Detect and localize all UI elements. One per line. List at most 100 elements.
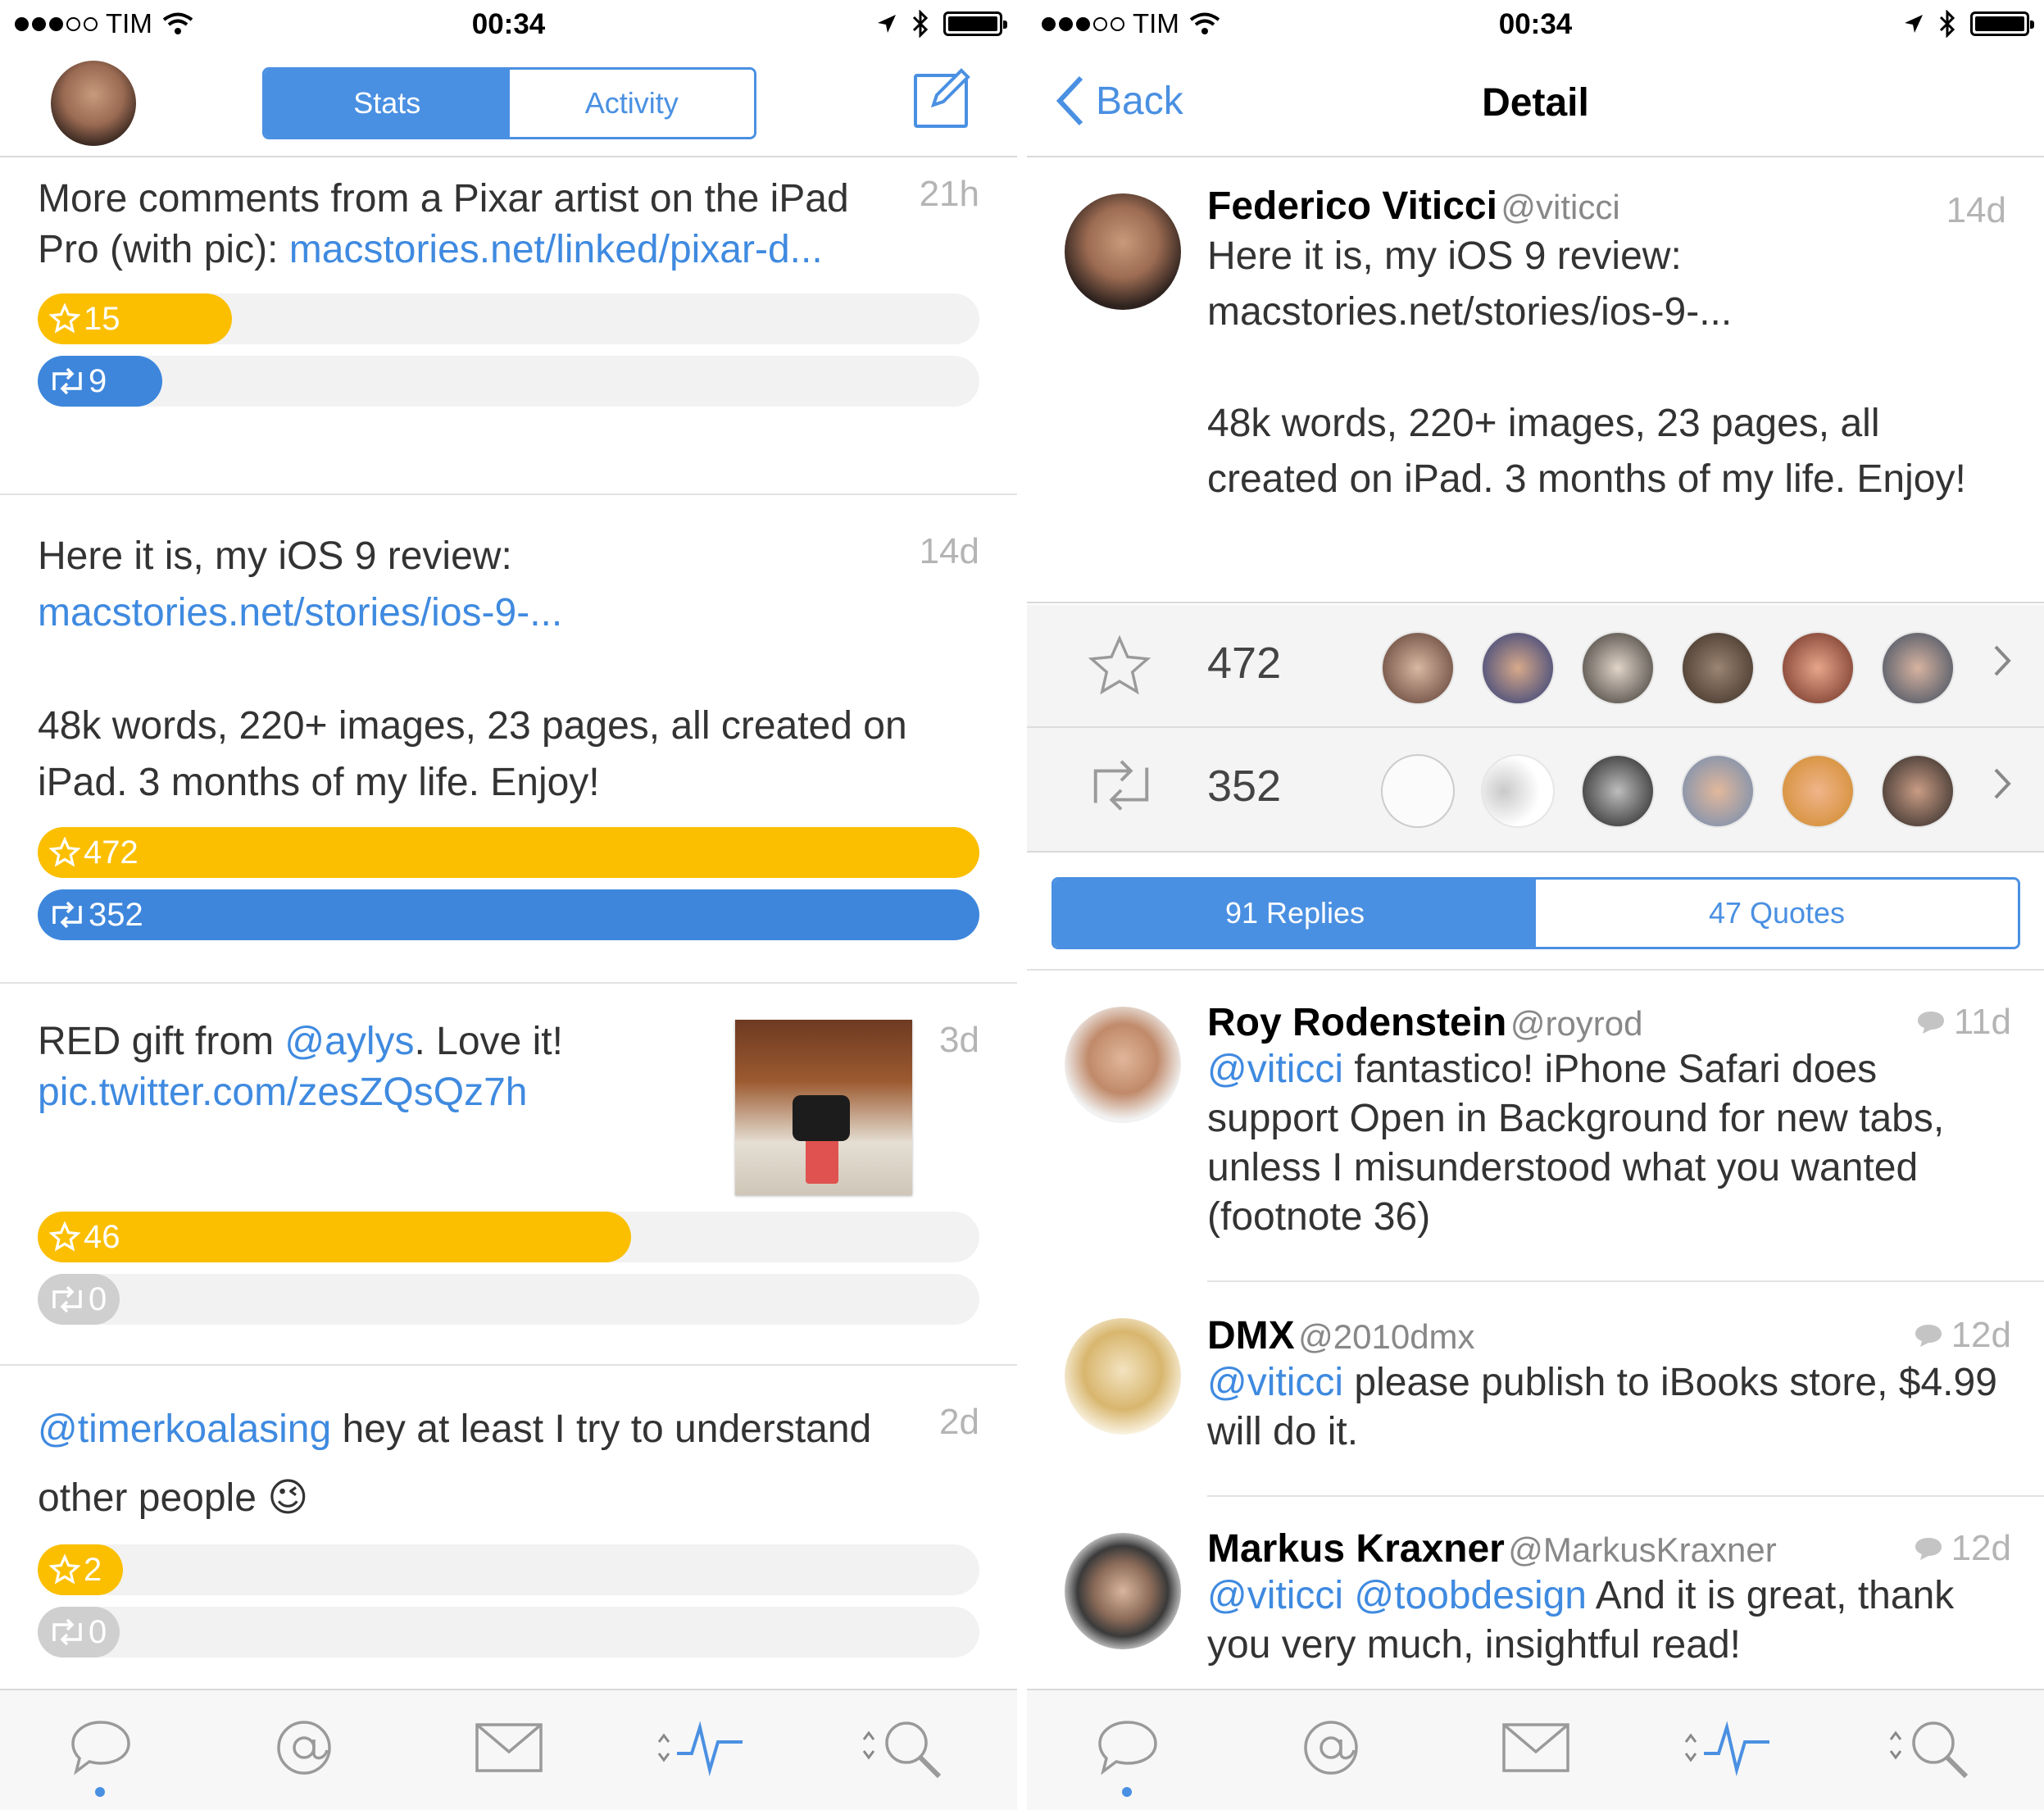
tab-bar bbox=[1027, 1689, 2044, 1810]
reply-item[interactable]: 12d Markus Kraxner @MarkusKraxner @vitic… bbox=[1027, 1497, 2044, 1694]
tweet-link[interactable]: macstories.net/stories/ios-9-... bbox=[1207, 284, 2011, 340]
favoriter-avatar[interactable] bbox=[1681, 631, 1755, 705]
battery-icon bbox=[943, 11, 1007, 36]
tab-activity[interactable]: Activity bbox=[509, 70, 754, 137]
retweets-count: 352 bbox=[89, 896, 143, 933]
reply-avatar[interactable] bbox=[1065, 1318, 1181, 1435]
messages-tab[interactable] bbox=[1499, 1715, 1573, 1780]
retweets-count: 352 bbox=[1207, 762, 1282, 811]
retweets-count: 0 bbox=[89, 1280, 107, 1317]
star-icon bbox=[49, 1554, 80, 1585]
retweets-bar: 9 bbox=[38, 356, 979, 407]
messages-tab[interactable] bbox=[472, 1715, 546, 1780]
at-icon bbox=[1304, 1721, 1358, 1775]
reply-avatar[interactable] bbox=[1065, 1007, 1181, 1123]
reply-author-name[interactable]: DMX bbox=[1207, 1314, 1295, 1358]
timeline-tab[interactable] bbox=[64, 1715, 138, 1780]
author-avatar[interactable] bbox=[1065, 193, 1181, 310]
favorites-count: 2 bbox=[84, 1551, 102, 1588]
profile-avatar[interactable] bbox=[51, 61, 136, 146]
stats-screen: TIM 00:34 Stats Activity 21h More commen… bbox=[0, 0, 1017, 1810]
replies-list: 11d Roy Rodenstein @royrod @viticci fant… bbox=[1027, 969, 2044, 1694]
tweet-stat-card[interactable]: 3d RED gift from @aylys. Love it! pic.twi… bbox=[0, 984, 1017, 1366]
favorites-row[interactable]: 472 bbox=[1027, 605, 2044, 728]
retweets-row[interactable]: 352 bbox=[1027, 728, 2044, 851]
favorites-count: 472 bbox=[84, 834, 139, 871]
retweeter-avatar[interactable] bbox=[1681, 754, 1755, 828]
tweet-text-continued: 48k words, 220+ images, 23 pages, all cr… bbox=[38, 704, 907, 804]
status-bar: TIM 00:34 bbox=[1027, 0, 2044, 51]
search-icon bbox=[1889, 1721, 1969, 1779]
clock: 00:34 bbox=[471, 8, 546, 40]
star-icon bbox=[1088, 634, 1151, 695]
retweets-bar: 0 bbox=[38, 1274, 979, 1325]
mention-link[interactable]: @timerkoalasing bbox=[38, 1408, 331, 1451]
mention-link[interactable]: @viticci bbox=[1207, 1574, 1343, 1617]
mentions-tab[interactable] bbox=[1294, 1715, 1368, 1780]
chat-bubble-icon bbox=[1098, 1721, 1157, 1776]
tweet-text: RED gift from bbox=[38, 1020, 285, 1063]
reply-item[interactable]: 11d Roy Rodenstein @royrod @viticci fant… bbox=[1027, 971, 2044, 1282]
tweet-detail: 14d Federico Viticci @viticci Here it is… bbox=[1027, 159, 2044, 603]
mentions-tab[interactable] bbox=[267, 1715, 341, 1780]
reply-author-name[interactable]: Roy Rodenstein bbox=[1207, 1001, 1506, 1044]
tweet-text-continued: 48k words, 220+ images, 23 pages, all cr… bbox=[1207, 402, 1966, 501]
mention-link[interactable]: @viticci bbox=[1207, 1048, 1343, 1091]
reply-avatar[interactable] bbox=[1065, 1533, 1181, 1649]
unread-dot bbox=[1122, 1787, 1132, 1797]
search-tab[interactable] bbox=[1887, 1715, 1978, 1780]
retweet-icon bbox=[52, 367, 82, 395]
activity-tab[interactable] bbox=[1683, 1715, 1773, 1780]
reply-item[interactable]: 12d DMX @2010dmx @viticci please publish… bbox=[1027, 1282, 2044, 1497]
retweets-fill: 0 bbox=[38, 1607, 120, 1658]
tweet-stat-card[interactable]: 14d Here it is, my iOS 9 review: macstor… bbox=[0, 495, 1017, 984]
mail-icon bbox=[1502, 1723, 1569, 1772]
mention-link[interactable]: @aylys bbox=[284, 1020, 414, 1063]
reply-author-name[interactable]: Markus Kraxner bbox=[1207, 1527, 1505, 1571]
detail-screen: TIM 00:34 Back Detail 14d Federico Vitic… bbox=[1027, 0, 2044, 1810]
retweeter-avatar[interactable] bbox=[1581, 754, 1655, 828]
chevron-right-icon bbox=[1994, 645, 2011, 676]
engagement-rows: 472 352 bbox=[1027, 605, 2044, 853]
retweeter-avatar[interactable] bbox=[1881, 754, 1955, 828]
mention-link[interactable]: @viticci bbox=[1207, 1361, 1343, 1404]
tweet-stat-card[interactable]: 21h More comments from a Pixar artist on… bbox=[0, 159, 1017, 495]
retweeter-avatar[interactable] bbox=[1381, 754, 1455, 828]
tweet-photo-thumbnail[interactable] bbox=[735, 1020, 912, 1195]
activity-icon bbox=[1684, 1721, 1769, 1776]
reply-author-handle[interactable]: @MarkusKraxner bbox=[1508, 1530, 1776, 1569]
page-title: Detail bbox=[1482, 81, 1589, 125]
favoriter-avatar[interactable] bbox=[1381, 631, 1455, 705]
tab-quotes[interactable]: 47 Quotes bbox=[1536, 880, 2018, 947]
tweet-link[interactable]: pic.twitter.com/zesZQsQz7h bbox=[38, 1071, 528, 1114]
retweeter-avatar[interactable] bbox=[1481, 754, 1555, 828]
nav-bar: Stats Activity bbox=[0, 51, 1017, 157]
favoriter-avatar[interactable] bbox=[1881, 631, 1955, 705]
favoriter-avatar[interactable] bbox=[1781, 631, 1855, 705]
reply-author-handle[interactable]: @royrod bbox=[1510, 1004, 1643, 1043]
tweet-link[interactable]: macstories.net/stories/ios-9-... bbox=[38, 591, 562, 634]
tweet-time: 3d bbox=[939, 1020, 979, 1060]
activity-tab[interactable] bbox=[656, 1715, 746, 1780]
tweet-link[interactable]: macstories.net/linked/pixar-d... bbox=[289, 228, 823, 271]
compose-icon[interactable] bbox=[914, 68, 970, 128]
mention-link[interactable]: @toobdesign bbox=[1354, 1574, 1587, 1617]
favoriter-avatar[interactable] bbox=[1481, 631, 1555, 705]
tweet-time: 14d bbox=[919, 531, 979, 571]
reply-author-handle[interactable]: @2010dmx bbox=[1298, 1317, 1474, 1356]
tweet-stat-card[interactable]: 2d @timerkoalasing hey at least I try to… bbox=[0, 1366, 1017, 1694]
favorites-bar: 46 bbox=[38, 1212, 979, 1262]
author-name[interactable]: Federico Viticci bbox=[1207, 184, 1497, 228]
timeline-tab[interactable] bbox=[1091, 1715, 1165, 1780]
screen-divider bbox=[1017, 0, 1027, 1810]
tab-stats[interactable]: Stats bbox=[265, 70, 510, 137]
battery-icon bbox=[1970, 11, 2034, 36]
mail-icon bbox=[475, 1723, 543, 1772]
author-handle[interactable]: @viticci bbox=[1501, 188, 1619, 226]
tweet-time: 2d bbox=[939, 1402, 979, 1442]
retweeter-avatar[interactable] bbox=[1781, 754, 1855, 828]
favorites-fill: 472 bbox=[38, 827, 979, 878]
favoriter-avatar[interactable] bbox=[1581, 631, 1655, 705]
tab-replies[interactable]: 91 Replies bbox=[1054, 880, 1536, 947]
search-tab[interactable] bbox=[861, 1715, 951, 1780]
